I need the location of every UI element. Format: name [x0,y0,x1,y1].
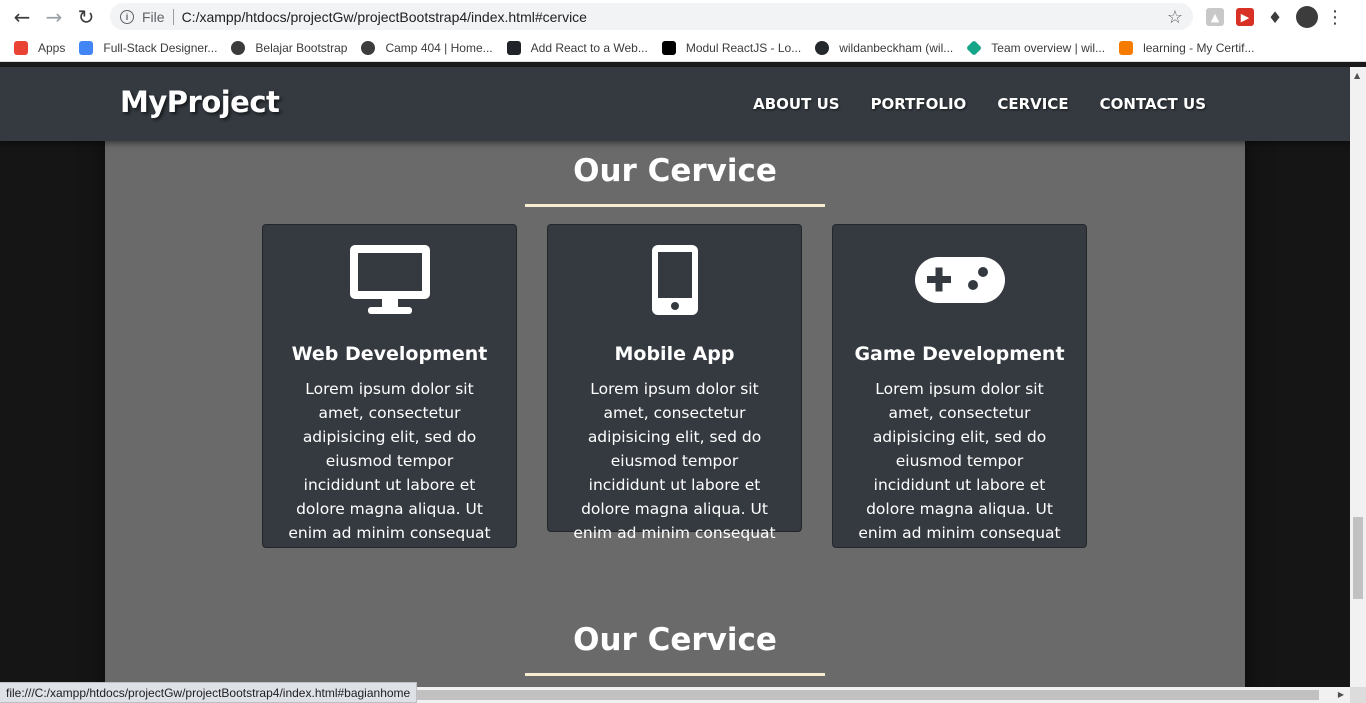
site-icon [79,40,94,55]
service-card-game: Game Development Lorem ipsum dolor sit a… [832,224,1087,548]
bookmark-item[interactable]: Belajar Bootstrap [231,40,348,55]
card-title: Web Development [291,343,488,365]
bookmark-label: Team overview | wil... [991,40,1106,55]
video-extension-icon[interactable]: ▶ [1236,8,1254,26]
bookmark-label: Full-Stack Designer... [103,40,218,55]
bookmark-star-icon[interactable]: ☆ [1167,7,1183,28]
scroll-right-arrow-icon[interactable]: ▶ [1338,690,1344,699]
bookmark-label: Camp 404 | Home... [385,40,493,55]
card-title: Mobile App [614,343,735,365]
browser-toolbar: ← → ↻ i File C:/xampp/htdocs/projectGw/p… [0,0,1366,34]
scrollbar-corner [1350,687,1366,703]
desktop-icon [263,235,516,325]
section-title: Our Cervice [573,153,777,189]
url-scheme: File [142,8,165,25]
status-bubble: file:///C:/xampp/htdocs/projectGw/projec… [0,682,418,703]
card-title: Game Development [854,343,1065,365]
profile-avatar-icon[interactable] [1296,6,1318,28]
info-icon[interactable]: i [120,9,134,24]
next-title-underline [525,673,825,676]
apps-grid-icon [14,40,28,55]
bracket-icon [1119,40,1134,55]
notion-icon [661,40,676,55]
reload-icon[interactable]: ↻ [70,1,102,33]
scroll-up-arrow-icon[interactable]: ▲ [1354,71,1360,80]
extension-icon[interactable]: ▲ [1206,8,1224,26]
service-section: Our Cervice Web Development Lorem ipsum … [105,141,1245,687]
url-text[interactable]: C:/xampp/htdocs/projectGw/projectBootstr… [182,9,587,25]
puzzle-extensions-icon[interactable]: ♦ [1266,8,1284,27]
extension-area: ▲ ▶ ♦ ⋮ [1206,6,1344,28]
bookmark-item[interactable]: learning - My Certif... [1119,40,1255,55]
bookmark-item[interactable]: Modul ReactJS - Lo... [661,40,802,55]
menu-cervice[interactable]: CERVICE [997,95,1068,113]
site-brand[interactable]: MyProject [120,85,280,119]
title-underline [525,204,825,207]
back-arrow-icon[interactable]: ← [6,1,38,33]
next-section-title: Our Cervice [573,622,777,658]
bookmark-item[interactable]: Full-Stack Designer... [79,40,218,55]
vertical-scrollbar[interactable]: ▲ [1350,67,1366,687]
globe-icon [361,40,376,55]
bookmarks-bar: Apps Full-Stack Designer... Belajar Bootst… [0,34,1366,62]
bookmark-label: Modul ReactJS - Lo... [685,40,802,55]
menu-contact-us[interactable]: CONTACT US [1100,95,1206,113]
forward-arrow-icon[interactable]: → [38,1,70,33]
github-icon [815,40,830,55]
card-text: Lorem ipsum dolor sit amet, consectetur … [858,380,1061,542]
bookmark-label: Belajar Bootstrap [255,40,348,55]
bookmark-item[interactable]: Camp 404 | Home... [361,40,493,55]
card-text: Lorem ipsum dolor sit amet, consectetur … [573,380,776,542]
site-menu: ABOUT US PORTFOLIO CERVICE CONTACT US [753,95,1206,113]
bookmark-item[interactable]: wildanbeckham (wil... [815,40,954,55]
web-page: MyProject ABOUT US PORTFOLIO CERVICE CON… [0,67,1350,687]
bookmark-item[interactable]: Add React to a Web... [506,40,648,55]
more-menu-icon[interactable]: ⋮ [1326,7,1344,28]
menu-portfolio[interactable]: PORTFOLIO [871,95,967,113]
mobile-icon [548,235,801,325]
bookmark-label: wildanbeckham (wil... [839,40,954,55]
gamepad-icon [833,235,1086,325]
url-separator [172,8,174,25]
bookmark-label: learning - My Certif... [1143,40,1255,55]
bookmark-label: Add React to a Web... [530,40,648,55]
service-card-mobile: Mobile App Lorem ipsum dolor sit amet, c… [547,224,802,542]
bookmark-item[interactable]: Team overview | wil... [966,39,1106,56]
bookmark-item[interactable]: Apps [14,40,66,55]
bookmark-label: Apps [38,40,66,55]
globe-icon [231,40,246,55]
site-navbar: MyProject ABOUT US PORTFOLIO CERVICE CON… [0,67,1350,141]
card-text: Lorem ipsum dolor sit amet, consectetur … [288,380,491,542]
address-bar[interactable]: i File C:/xampp/htdocs/projectGw/project… [110,3,1193,30]
diamond-icon [966,39,983,56]
service-card-web: Web Development Lorem ipsum dolor sit am… [262,224,517,548]
react-icon [506,40,521,55]
vertical-scroll-thumb[interactable] [1353,517,1363,599]
menu-about-us[interactable]: ABOUT US [753,95,839,113]
